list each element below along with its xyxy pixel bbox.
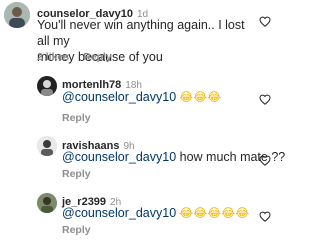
emoji-laughing-icon: 😂😂😂😂😂	[179, 206, 250, 220]
likes-count[interactable]: 2 likes	[37, 51, 69, 63]
reply-button[interactable]: Reply	[83, 51, 112, 63]
comment-item: mortenlh78 18h @counselor_davy10 😂😂😂 Reply	[0, 68, 281, 124]
comment-actions: Reply	[62, 112, 105, 124]
comment-item: counselor_davy10 1d You'll never win anyt…	[0, 0, 281, 68]
avatar[interactable]	[37, 76, 57, 96]
reply-button[interactable]: Reply	[62, 224, 91, 236]
heart-outline-icon[interactable]	[259, 211, 271, 222]
mention-link[interactable]: @counselor_davy10	[62, 150, 176, 164]
comment-item: ravishaans 9h @counselor_davy10 how much …	[0, 130, 285, 182]
comment-text-line: You'll never win anything again.. I lost…	[37, 18, 245, 48]
reply-button[interactable]: Reply	[62, 112, 91, 124]
emoji-laughing-icon: 😂😂😂	[179, 90, 222, 104]
heart-outline-icon[interactable]	[259, 155, 271, 166]
mention-link[interactable]: @counselor_davy10	[62, 206, 176, 220]
comment-text: @counselor_davy10 😂😂😂	[62, 89, 221, 105]
avatar[interactable]	[37, 136, 57, 156]
comment-actions: Reply	[62, 224, 105, 236]
avatar[interactable]	[37, 193, 57, 213]
reply-button[interactable]: Reply	[62, 168, 91, 180]
comment-text: @counselor_davy10 😂😂😂😂😂	[62, 205, 249, 221]
heart-outline-icon[interactable]	[259, 94, 271, 105]
heart-outline-icon[interactable]	[259, 16, 271, 27]
avatar[interactable]	[4, 2, 30, 28]
comment-actions: Reply	[62, 168, 105, 180]
mention-link[interactable]: @counselor_davy10	[62, 90, 176, 104]
comment-item: je_r2399 2h @counselor_davy10 😂😂😂😂😂 Reply	[0, 188, 281, 240]
comment-text: @counselor_davy10 how much mate ??	[62, 149, 285, 165]
comment-actions: 2 likes Reply	[37, 51, 126, 63]
